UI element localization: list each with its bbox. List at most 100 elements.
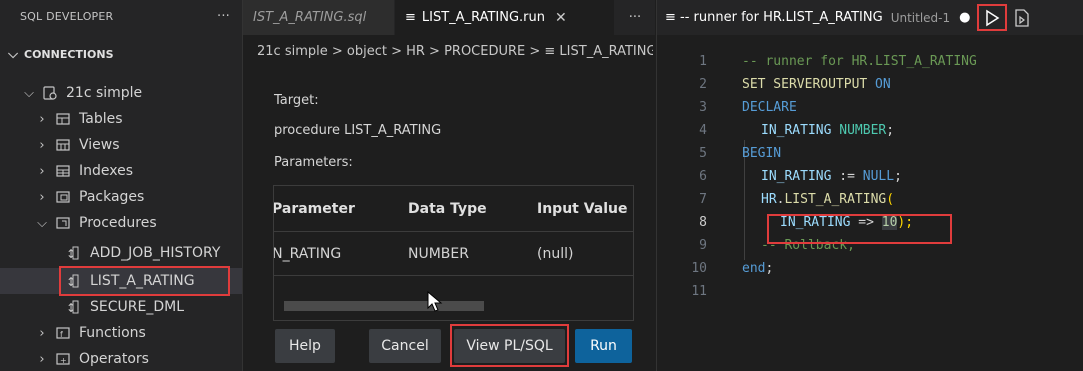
line-number: 11 bbox=[691, 284, 707, 299]
code-operator: := bbox=[831, 169, 863, 184]
sidebar-item-label: Tables bbox=[79, 111, 123, 127]
package-icon bbox=[55, 189, 73, 205]
procedure-icon bbox=[55, 215, 73, 231]
sidebar-item-packages[interactable]: › Packages bbox=[0, 184, 242, 210]
line-number: 2 bbox=[699, 77, 707, 92]
chevron-down-icon: ⌵ bbox=[37, 215, 47, 231]
sidebar-item-tables[interactable]: › Tables bbox=[0, 106, 242, 132]
function-icon: f bbox=[55, 325, 73, 341]
table-row[interactable]: IN_RATING NUMBER (null) bbox=[273, 232, 633, 276]
view-plsql-button[interactable]: View PL/SQL bbox=[454, 329, 565, 363]
data-type-cell: NUMBER bbox=[408, 245, 469, 262]
help-button[interactable]: Help bbox=[275, 329, 335, 363]
code-identifier: IN_RATING bbox=[761, 169, 832, 184]
code-line-4: 4 IN_RATING NUMBER; bbox=[657, 119, 1083, 142]
input-value-cell[interactable]: (null) bbox=[537, 232, 573, 275]
editor-tab-subtitle: Untitled-1 bbox=[890, 10, 951, 25]
code-line-2: 2 SET SERVEROUTPUT ON bbox=[657, 73, 1083, 96]
sidebar-item-label: Indexes bbox=[79, 163, 134, 179]
line-number: 5 bbox=[699, 146, 707, 161]
sql-developer-sidebar: SQL DEVELOPER ··· ⌵ CONNECTIONS ⌵ 21c si… bbox=[0, 0, 243, 371]
line-number: 1 bbox=[699, 54, 707, 69]
line-number: 4 bbox=[699, 123, 707, 138]
code-line-3: 3 DECLARE bbox=[657, 96, 1083, 119]
column-header-data-type: Data Type bbox=[408, 200, 487, 217]
connections-label: CONNECTIONS bbox=[24, 47, 114, 61]
sidebar-item-indexes[interactable]: › Indexes bbox=[0, 158, 242, 184]
connection-label: 21c simple bbox=[66, 85, 143, 101]
procedure-item-add-job-history[interactable]: ↕ ADD_JOB_HISTORY bbox=[0, 240, 242, 266]
code-editor: ≡ -- runner for HR.LIST_A_RATING Untitle… bbox=[656, 0, 1083, 371]
tab-label: IST_A_RATING.sql bbox=[253, 10, 367, 25]
line-number: 8 bbox=[699, 215, 707, 230]
column-header-parameter: Parameter bbox=[273, 200, 355, 217]
procedure-item-list-a-rating[interactable]: ↕ LIST_A_RATING bbox=[0, 268, 242, 294]
code-line-8: 8 IN_RATING => 10); bbox=[657, 211, 1083, 234]
code-comment: -- Rollback; bbox=[761, 238, 855, 253]
sidebar-header: SQL DEVELOPER ··· bbox=[0, 0, 242, 33]
code-identifier: IN_RATING bbox=[780, 215, 851, 230]
sidebar-item-functions[interactable]: › f Functions bbox=[0, 320, 242, 346]
line-number: 7 bbox=[699, 192, 707, 207]
code-line-9: 9 -- Rollback; bbox=[657, 234, 1083, 257]
code-keyword: NULL bbox=[862, 169, 895, 184]
line-number: 3 bbox=[699, 100, 707, 115]
procedure-item-secure-dml[interactable]: ↕ SECURE_DML bbox=[0, 294, 242, 320]
code-keyword: ON bbox=[867, 77, 891, 92]
sidebar-item-views[interactable]: › Views bbox=[0, 132, 242, 158]
chevron-right-icon: › bbox=[39, 137, 45, 153]
chevron-right-icon: › bbox=[39, 189, 45, 205]
line-number: 6 bbox=[699, 169, 707, 184]
code-keyword: DECLARE bbox=[742, 100, 797, 115]
chevron-down-icon: ⌵ bbox=[8, 46, 18, 62]
tab-list-a-rating-sql[interactable]: IST_A_RATING.sql bbox=[243, 0, 395, 35]
cancel-button[interactable]: Cancel bbox=[369, 329, 441, 363]
connection-21c-simple[interactable]: ⌵ 21c simple bbox=[0, 80, 242, 106]
procedure-item-label: SECURE_DML bbox=[90, 299, 184, 315]
tab-label: LIST_A_RATING.run bbox=[421, 10, 545, 25]
code-line-10: 10 end; bbox=[657, 257, 1083, 280]
code-number: 10 bbox=[881, 215, 898, 230]
run-file-icon[interactable] bbox=[1013, 8, 1031, 28]
code-punct: ; bbox=[765, 261, 774, 276]
breadcrumb[interactable]: 21c simple > object > HR > PROCEDURE > ≡… bbox=[257, 44, 653, 59]
code-operator: => bbox=[850, 215, 882, 230]
code-keyword: SET SERVEROUTPUT bbox=[742, 77, 868, 92]
target-label: Target: bbox=[274, 93, 319, 108]
chevron-right-icon: › bbox=[39, 111, 45, 127]
sidebar-item-operators[interactable]: › + Operators bbox=[0, 346, 242, 371]
connections-section[interactable]: ⌵ CONNECTIONS bbox=[0, 43, 242, 65]
chevron-right-icon: › bbox=[39, 325, 45, 341]
sidebar-item-label: Procedures bbox=[79, 215, 157, 231]
chevron-right-icon: › bbox=[39, 351, 45, 367]
unsaved-dot-icon[interactable]: ● bbox=[959, 10, 970, 25]
parameter-cell: IN_RATING bbox=[273, 245, 342, 262]
sidebar-title: SQL DEVELOPER bbox=[20, 10, 114, 23]
sidebar-item-procedures[interactable]: ⌵ Procedures bbox=[0, 210, 242, 236]
parameters-table: Parameter Data Type Input Value IN_RATIN… bbox=[273, 185, 634, 321]
svg-text:+: + bbox=[60, 356, 67, 365]
close-icon[interactable]: ✕ bbox=[555, 10, 567, 26]
line-number: 10 bbox=[691, 261, 707, 276]
sidebar-more-button[interactable]: ··· bbox=[217, 9, 230, 24]
tabs-more-button[interactable]: ··· bbox=[615, 0, 655, 35]
index-icon bbox=[55, 163, 73, 179]
procedure-item-icon: ↕ bbox=[64, 245, 82, 261]
sidebar-item-label: Views bbox=[79, 137, 120, 153]
operator-icon: + bbox=[55, 351, 73, 367]
horizontal-scrollbar[interactable] bbox=[284, 301, 484, 311]
editor-tab-title: ≡ -- runner for HR.LIST_A_RATING bbox=[665, 10, 883, 25]
procedure-item-label: LIST_A_RATING bbox=[90, 273, 195, 289]
procedure-item-label: ADD_JOB_HISTORY bbox=[90, 245, 221, 261]
code-line-6: 6 IN_RATING := NULL; bbox=[657, 165, 1083, 188]
code-line-5: 5 BEGIN bbox=[657, 142, 1083, 165]
code-paren: ( bbox=[886, 192, 895, 207]
tab-list-a-rating-run[interactable]: ≡ LIST_A_RATING.run ✕ bbox=[395, 0, 615, 35]
code-line-11: 11 bbox=[657, 280, 1083, 303]
code-line-1: 1 -- runner for HR.LIST_A_RATING bbox=[657, 50, 1083, 73]
code-punct: ; bbox=[886, 123, 895, 138]
sidebar-item-label: Functions bbox=[79, 325, 146, 341]
svg-text:f: f bbox=[60, 330, 63, 339]
run-button[interactable]: Run bbox=[575, 329, 632, 363]
procedure-item-icon: ↕ bbox=[64, 299, 82, 315]
